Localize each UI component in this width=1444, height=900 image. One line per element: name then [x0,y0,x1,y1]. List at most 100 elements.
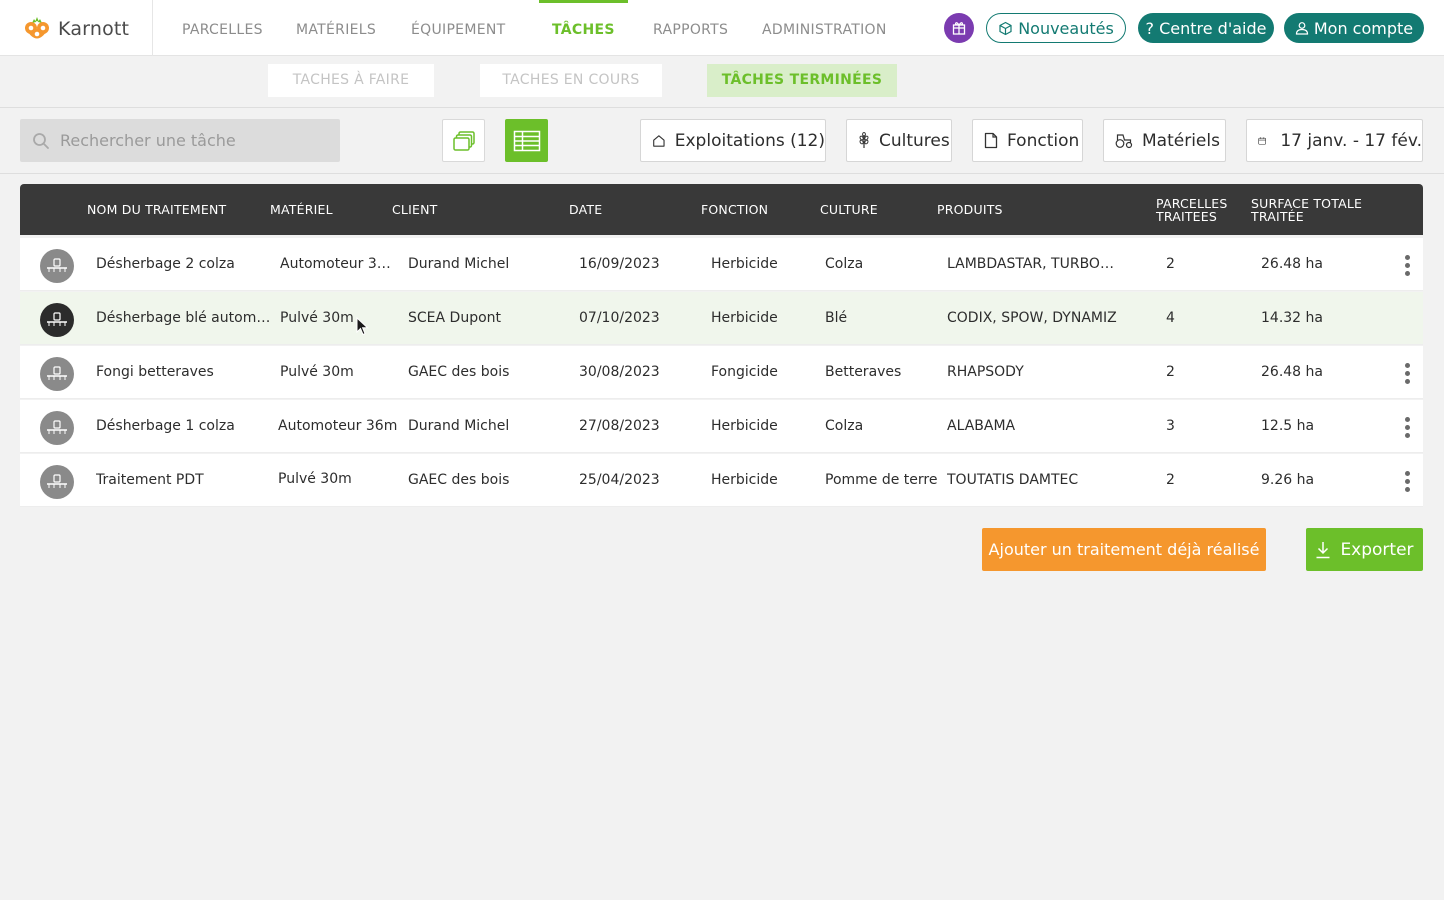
header-surface-line2: TRAITÉE [1251,209,1304,224]
account-label: Mon compte [1313,18,1414,38]
user-icon [1295,22,1308,35]
cell-surface: 14.32 ha [1261,310,1323,326]
news-label: Nouveautés [1018,18,1114,38]
app-name: Karnott [58,18,130,40]
header-function[interactable]: FONCTION [701,203,768,216]
row-menu-icon[interactable] [1396,467,1418,495]
calendar-icon [1258,136,1266,145]
export-label: Exporter [1340,539,1414,560]
cell-parcels: 2 [1166,256,1175,272]
sprayer-icon [47,312,67,326]
exploitations-filter-label: Exploitations (12) [674,130,825,151]
cell-date: 25/04/2023 [579,472,660,488]
account-button[interactable]: Mon compte [1284,13,1424,43]
add-completed-treatment-button[interactable]: Ajouter un traitement déjà réalisé [982,528,1266,571]
sprayer-avatar [40,303,74,337]
nav-parcelles[interactable]: PARCELLES [182,0,263,56]
cell-function: Herbicide [711,472,778,488]
table-row[interactable]: Désherbage blé automne Pulvé 30m SCEA Du… [20,292,1423,345]
exploitations-filter[interactable]: Exploitations (12) [640,119,826,162]
date-range-label: 17 janv. - 17 fév. [1280,130,1422,151]
search-input[interactable] [60,131,320,150]
materiels-filter-label: Matériels [1142,130,1220,151]
header-name[interactable]: NOM DU TRAITEMENT [87,203,226,216]
cell-function: Herbicide [711,418,778,434]
divider [0,173,1444,174]
nav-administration[interactable]: ADMINISTRATION [762,0,887,56]
table-row[interactable]: Fongi betteraves Pulvé 30m GAEC des bois… [20,346,1423,399]
tab-taches-terminees[interactable]: TÂCHES TERMINÉES [707,64,897,97]
date-range-filter[interactable]: 17 janv. - 17 fév. [1246,119,1423,162]
cell-culture: Betteraves [825,364,902,380]
fonction-filter[interactable]: Fonction [972,119,1083,162]
cell-client: Durand Michel [408,418,510,434]
carrot-logo-icon [25,17,49,39]
divider [0,107,1444,108]
row-menu-icon[interactable] [1396,413,1418,441]
document-icon [984,132,998,149]
header-parcels[interactable]: PARCELLES TRAITEES [1156,197,1228,223]
table-header: NOM DU TRAITEMENT MATÉRIEL CLIENT DATE F… [20,184,1423,235]
fonction-filter-label: Fonction [1007,130,1080,151]
cell-name: Désherbage 1 colza [96,418,235,434]
cell-material: Automoteur 36m [278,418,398,434]
cell-culture: Colza [825,418,864,434]
gift-icon [952,22,966,35]
cell-client: SCEA Dupont [408,310,502,326]
header-material[interactable]: MATÉRIEL [270,203,333,216]
row-menu-icon[interactable] [1396,251,1418,279]
table-view-button[interactable] [505,119,548,162]
news-button[interactable]: Nouveautés [986,13,1126,43]
tab-taches-a-faire[interactable]: TACHES À FAIRE [268,64,434,97]
table-row[interactable]: Désherbage 1 colza Automoteur 36m Durand… [20,400,1423,453]
header-date[interactable]: DATE [569,203,602,216]
sprayer-icon [47,420,67,434]
wheat-icon [859,132,869,148]
export-button[interactable]: Exporter [1306,528,1423,571]
cell-function: Herbicide [711,310,778,326]
help-center-button[interactable]: ? Centre d'aide [1138,13,1274,43]
cultures-filter-label: Cultures [879,130,950,151]
cell-parcels: 2 [1166,364,1175,380]
header-products[interactable]: PRODUITS [937,203,1003,216]
mouse-cursor-icon [356,317,369,336]
table-icon [513,130,540,151]
nav-equipement[interactable]: ÉQUIPEMENT [411,0,505,56]
cell-products: ALABAMA [947,418,1016,434]
header-culture[interactable]: CULTURE [820,203,878,216]
row-menu-icon[interactable] [1396,359,1418,387]
nav-taches[interactable]: TÂCHES [539,0,628,56]
cards-stack-icon [452,130,475,151]
karnott-logo[interactable]: Karnott [22,14,129,44]
gift-button[interactable] [944,13,974,43]
sprayer-icon [47,366,67,380]
logo-divider [152,0,153,56]
cell-date: 27/08/2023 [579,418,660,434]
search-box[interactable] [20,119,340,162]
cell-material: Pulvé 30m [280,310,354,326]
cell-surface: 9.26 ha [1261,472,1315,488]
header-parcels-line2: TRAITEES [1156,209,1218,224]
cell-material: Pulvé 30m [278,471,352,487]
cell-surface: 26.48 ha [1261,256,1323,272]
cell-client: GAEC des bois [408,472,510,488]
cell-products: TOUTATIS DAMTEC [947,472,1079,488]
table-row[interactable]: Traitement PDT Pulvé 30m GAEC des bois 2… [20,454,1423,507]
cell-client: GAEC des bois [408,364,510,380]
header-surface[interactable]: SURFACE TOTALE TRAITÉE [1251,197,1362,223]
cell-function: Fongicide [711,364,778,380]
cell-client: Durand Michel [408,256,510,272]
cell-name: Désherbage blé automne [96,310,271,326]
nav-materiels[interactable]: MATÉRIELS [296,0,376,56]
cultures-filter[interactable]: Cultures [846,119,952,162]
nav-rapports[interactable]: RAPPORTS [653,0,728,56]
sprayer-avatar [40,249,74,283]
header-client[interactable]: CLIENT [392,203,437,216]
card-view-button[interactable] [442,119,485,162]
box-icon [999,21,1012,35]
table-row[interactable]: Désherbage 2 colza Automoteur 36m Durand… [20,238,1423,291]
materiels-filter[interactable]: Matériels [1103,119,1226,162]
tab-taches-en-cours[interactable]: TACHES EN COURS [480,64,662,97]
sprayer-icon [47,258,67,272]
cell-date: 16/09/2023 [579,256,660,272]
